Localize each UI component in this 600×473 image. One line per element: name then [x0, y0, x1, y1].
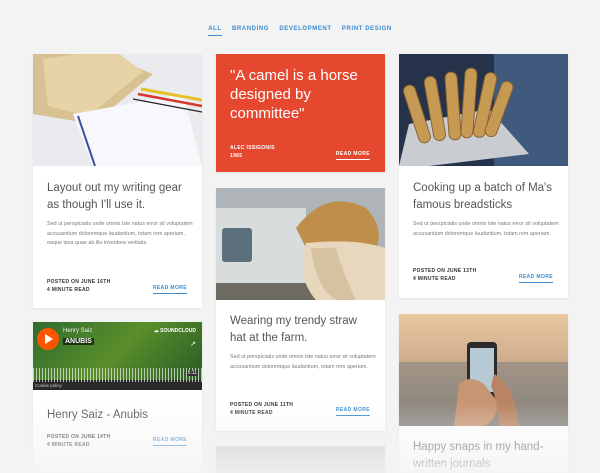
post-title[interactable]: Cooking up a batch of Ma's famous breads…: [413, 180, 563, 214]
post-read-time: 4 MINUTE READ: [47, 287, 90, 293]
quote-text: "A camel is a horse designed by committe…: [230, 67, 358, 122]
post-card-happy-snaps[interactable]: Happy snaps in my hand-written journals: [399, 314, 568, 473]
player-user[interactable]: Henry Saiz: [63, 328, 92, 334]
post-title[interactable]: Layout out my writing gear as though I'l…: [47, 180, 197, 214]
filter-branding[interactable]: BRANDING: [232, 26, 269, 35]
soundcloud-logo[interactable]: ☁ SOUNDCLOUD: [154, 328, 196, 334]
filter-development[interactable]: DEVELOPMENT: [279, 26, 331, 35]
play-icon: [45, 334, 53, 344]
filter-print-design[interactable]: PRINT DESIGN: [342, 26, 392, 35]
read-more-link[interactable]: READ MORE: [518, 274, 553, 283]
post-meta: POSTED ON JUNE 16TH 4 MINUTE READ: [47, 278, 111, 294]
soundcloud-brand: SOUNDCLOUD: [160, 328, 196, 334]
post-card-writing-gear[interactable]: Layout out my writing gear as though I'l…: [33, 54, 202, 308]
post-excerpt: Sed ut perspiciatis unde omnis iste natu…: [47, 221, 193, 246]
post-image-notebook[interactable]: [33, 54, 202, 166]
waveform[interactable]: [33, 368, 202, 382]
cookie-policy-link[interactable]: Cookie policy: [35, 383, 62, 388]
post-read-time: 4 MINUTE READ: [47, 442, 90, 448]
post-meta: POSTED ON JUNE 11TH 4 MINUTE READ: [230, 401, 293, 417]
quote-card[interactable]: "A camel is a horse designed by committe…: [216, 54, 385, 172]
post-read-time: 4 MINUTE READ: [230, 410, 273, 416]
post-title[interactable]: Henry Saiz - Anubis: [47, 407, 197, 424]
post-read-time: 4 MINUTE READ: [413, 276, 456, 282]
filter-all[interactable]: ALL: [208, 26, 222, 36]
post-image-breadsticks[interactable]: [399, 54, 568, 166]
post-meta: POSTED ON JUNE 14TH 4 MINUTE READ: [47, 433, 111, 449]
post-image-partial[interactable]: [216, 446, 385, 473]
player-track[interactable]: ANUBIS: [63, 338, 94, 345]
track-duration: 5:11: [186, 370, 198, 376]
post-date: POSTED ON JUNE 16TH: [47, 279, 111, 285]
post-card-partial[interactable]: [216, 446, 385, 473]
play-button[interactable]: [37, 328, 59, 350]
quote-author: ALEC ISSIGONIS: [230, 145, 275, 151]
post-excerpt: Sed ut perspiciatis unde omnis iste natu…: [230, 354, 376, 370]
quote-year: 1965: [230, 153, 243, 159]
quote-attribution: ALEC ISSIGONIS 1965: [230, 144, 275, 160]
post-image-phone-sunset[interactable]: [399, 314, 568, 426]
post-excerpt: Sed ut perspiciatis unde omnis iste natu…: [413, 221, 559, 237]
read-more-link[interactable]: READ MORE: [335, 151, 370, 160]
post-title[interactable]: Wearing my trendy straw hat at the farm.: [230, 313, 375, 347]
post-card-henry-saiz[interactable]: Henry Saiz ANUBIS ☁ SOUNDCLOUD ↗ 5:11 Co…: [33, 322, 202, 473]
post-date: POSTED ON JUNE 11TH: [230, 402, 294, 408]
share-icon[interactable]: ↗: [190, 340, 196, 348]
post-card-breadsticks[interactable]: Cooking up a batch of Ma's famous breads…: [399, 54, 568, 298]
read-more-link[interactable]: READ MORE: [152, 285, 187, 294]
post-date: POSTED ON JUNE 13TH: [413, 268, 477, 274]
soundcloud-player[interactable]: Henry Saiz ANUBIS ☁ SOUNDCLOUD ↗ 5:11 Co…: [33, 322, 202, 390]
post-card-straw-hat[interactable]: Wearing my trendy straw hat at the farm.…: [216, 188, 385, 431]
read-more-link[interactable]: READ MORE: [152, 437, 187, 446]
post-date: POSTED ON JUNE 14TH: [47, 434, 111, 440]
read-more-link[interactable]: READ MORE: [335, 407, 370, 416]
post-title[interactable]: Happy snaps in my hand-written journals: [413, 439, 563, 473]
category-filter: ALL BRANDING DEVELOPMENT PRINT DESIGN: [0, 26, 600, 36]
post-image-straw-hat[interactable]: [216, 188, 385, 300]
post-meta: POSTED ON JUNE 13TH 4 MINUTE READ: [413, 267, 477, 283]
